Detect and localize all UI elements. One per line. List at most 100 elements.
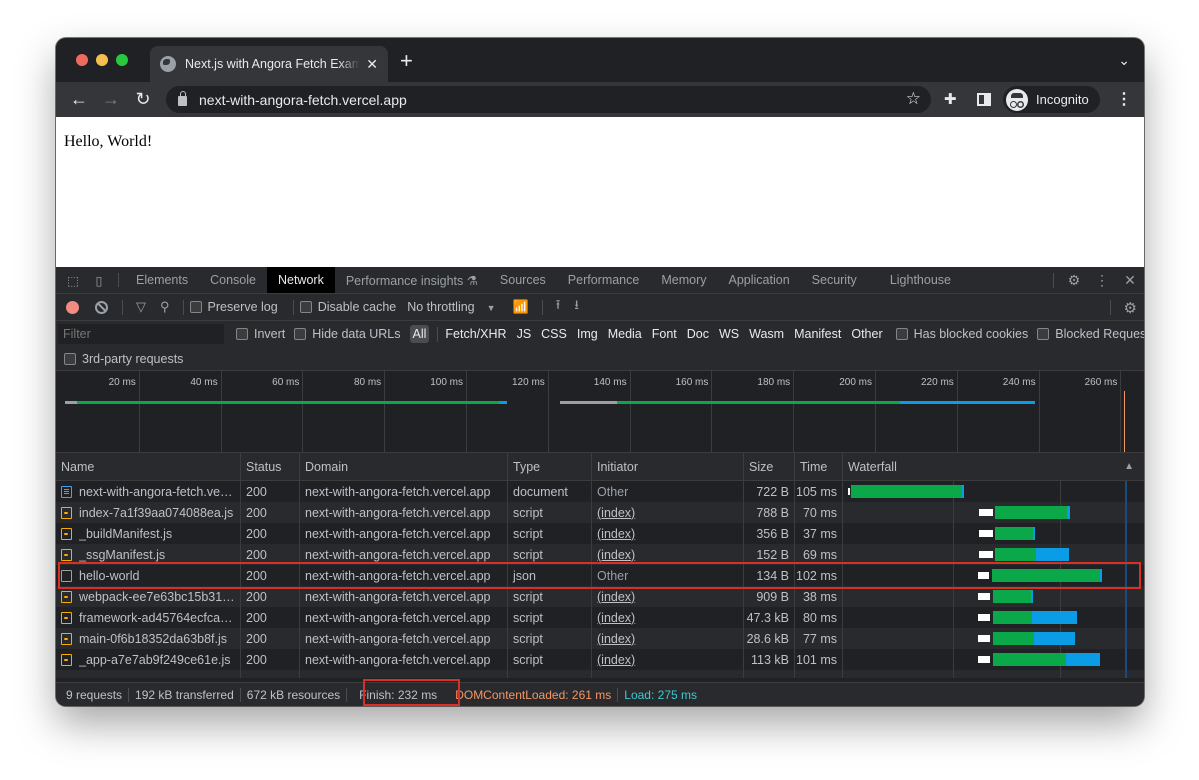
tab-security[interactable]: Security (801, 267, 868, 293)
kebab-icon[interactable]: ⋮ (1116, 89, 1132, 109)
cell-name[interactable]: webpack-ee7e63bc15b31… (56, 586, 241, 607)
request-row-5[interactable]: webpack-ee7e63bc15b31… 200 next-with-angor… (56, 586, 1144, 607)
column-header-name[interactable]: Name (56, 453, 241, 480)
column-header-time[interactable]: Time (795, 453, 843, 480)
throttling-select[interactable]: No throttling ▼ (407, 300, 495, 314)
initiator-value[interactable]: (index) (597, 653, 635, 667)
minimize-window-button[interactable] (96, 54, 108, 66)
invert-checkbox[interactable]: Invert (236, 327, 285, 341)
initiator-value[interactable]: (index) (597, 590, 635, 604)
hide-data-urls-checkbox[interactable]: Hide data URLs (294, 327, 401, 341)
settings-gear-icon[interactable]: ⚙ (1060, 272, 1088, 289)
cell-waterfall[interactable] (843, 481, 1144, 502)
tab-performance[interactable]: Performance (557, 267, 651, 293)
filter-type-wasm[interactable]: Wasm (746, 325, 787, 343)
address-bar[interactable]: next-with-angora-fetch.vercel.app ☆ (166, 86, 931, 113)
column-header-size[interactable]: Size (744, 453, 795, 480)
third-party-checkbox[interactable]: 3rd-party requests (64, 352, 183, 366)
maximize-window-button[interactable] (116, 54, 128, 66)
cell-name[interactable]: _buildManifest.js (56, 523, 241, 544)
checkbox[interactable] (1037, 328, 1050, 340)
filter-type-media[interactable]: Media (605, 325, 645, 343)
tab-network[interactable]: Network (266, 267, 335, 293)
cell-waterfall[interactable] (843, 649, 1144, 670)
filter-type-fetch-xhr[interactable]: Fetch/XHR (442, 325, 509, 343)
request-row-8[interactable]: _app-a7e7ab9f249ce61e.js 200 next-with-ang… (56, 649, 1144, 670)
clear-button[interactable] (95, 300, 108, 314)
cell-initiator[interactable]: (index) (592, 586, 744, 607)
initiator-value[interactable]: (index) (597, 527, 635, 541)
filter-input[interactable] (58, 324, 224, 344)
request-row-1[interactable]: index-7a1f39aa074088ea.js 200 next-with-an… (56, 502, 1144, 523)
cell-name[interactable]: index-7a1f39aa074088ea.js (56, 502, 241, 523)
initiator-value[interactable]: (index) (597, 632, 635, 646)
column-header-initiator[interactable]: Initiator (592, 453, 744, 480)
has-blocked-cookies-checkbox[interactable]: Has blocked cookies (895, 327, 1028, 341)
tab-elements[interactable]: Elements (125, 267, 199, 293)
cell-name[interactable]: hello-world (56, 565, 241, 586)
checkbox[interactable] (895, 328, 908, 340)
star-icon[interactable]: ☆ (906, 89, 921, 109)
filter-type-font[interactable]: Font (649, 325, 680, 343)
cell-name[interactable]: _app-a7e7ab9f249ce61e.js (56, 649, 241, 670)
reload-button[interactable]: ↻ (132, 88, 154, 110)
close-icon[interactable]: ✕ (1116, 272, 1144, 289)
import-har-icon[interactable]: ⭱ (556, 296, 561, 318)
filter-type-other[interactable]: Other (848, 325, 885, 343)
device-toolbar-icon[interactable]: ▯ (86, 267, 112, 293)
preserve-log-checkbox[interactable]: Preserve log (189, 300, 278, 314)
side-panel-icon[interactable] (977, 93, 991, 106)
puzzle-icon[interactable]: ✚ (944, 90, 957, 108)
tab-performance-insights[interactable]: Performance insights ⚗ (335, 267, 489, 293)
cell-initiator[interactable]: (index) (592, 628, 744, 649)
settings-gear-icon[interactable]: ⚙ (1124, 299, 1137, 317)
blocked-requests-checkbox[interactable]: Blocked Requests (1037, 327, 1144, 341)
browser-tab[interactable]: Next.js with Angora Fetch Example ✕ (150, 46, 388, 82)
cell-waterfall[interactable] (843, 523, 1144, 544)
close-tab-icon[interactable]: ✕ (366, 56, 378, 73)
column-header-type[interactable]: Type (508, 453, 592, 480)
cell-waterfall[interactable] (843, 607, 1144, 628)
tab-console[interactable]: Console (199, 267, 267, 293)
request-row-2[interactable]: _buildManifest.js 200 next-with-angora-fet… (56, 523, 1144, 544)
cell-name[interactable]: framework-ad45764ecfca… (56, 607, 241, 628)
network-overview-timeline[interactable]: 20 ms 40 ms 60 ms 80 ms 100 ms 120 ms 140 ms 16… (56, 371, 1144, 453)
network-conditions-icon[interactable]: 📶 (513, 299, 529, 315)
sort-ascending-icon[interactable]: ▲ (1124, 461, 1134, 472)
tab-application[interactable]: Application (718, 267, 801, 293)
tab-sources[interactable]: Sources (489, 267, 557, 293)
cell-initiator[interactable]: (index) (592, 607, 744, 628)
filter-type-doc[interactable]: Doc (684, 325, 712, 343)
request-row-6[interactable]: framework-ad45764ecfca… 200 next-with-ango… (56, 607, 1144, 628)
cell-waterfall[interactable] (843, 628, 1144, 649)
disable-cache-checkbox[interactable]: Disable cache (299, 300, 396, 314)
filter-type-css[interactable]: CSS (538, 325, 570, 343)
tab-lighthouse[interactable]: Lighthouse (868, 267, 962, 293)
tab-search-chevron-icon[interactable]: ⌄ (1118, 52, 1130, 69)
checkbox[interactable] (189, 301, 202, 313)
request-row-0[interactable]: next-with-angora-fetch.ve… 200 next-with-a… (56, 481, 1144, 502)
export-har-icon[interactable]: ⭳ (574, 296, 579, 318)
checkbox[interactable] (64, 353, 76, 365)
filter-type-img[interactable]: Img (574, 325, 601, 343)
cell-initiator[interactable]: (index) (592, 544, 744, 565)
initiator-value[interactable]: (index) (597, 506, 635, 520)
checkbox[interactable] (299, 301, 312, 313)
filter-type-all[interactable]: All (409, 325, 430, 343)
checkbox[interactable] (294, 328, 307, 340)
cell-name[interactable]: _ssgManifest.js (56, 544, 241, 565)
filter-icon[interactable]: ▽ (136, 299, 146, 315)
request-row-hello-world[interactable]: hello-world 200 next-with-angora-fetch.ver… (56, 565, 1144, 586)
request-row-7[interactable]: main-0f6b18352da63b8f.js 200 next-with-ang… (56, 628, 1144, 649)
tab-memory[interactable]: Memory (650, 267, 717, 293)
back-button[interactable]: ← (68, 88, 90, 110)
column-header-domain[interactable]: Domain (300, 453, 508, 480)
cell-initiator[interactable]: (index) (592, 649, 744, 670)
url-text[interactable]: next-with-angora-fetch.vercel.app (199, 92, 407, 108)
request-row-3[interactable]: _ssgManifest.js 200 next-with-angora-fetch… (56, 544, 1144, 565)
filter-type-ws[interactable]: WS (716, 325, 742, 343)
forward-button[interactable]: → (100, 88, 122, 110)
cell-waterfall[interactable] (843, 544, 1144, 565)
search-icon[interactable]: ⚲ (160, 299, 170, 315)
kebab-icon[interactable]: ⋮ (1088, 272, 1116, 289)
